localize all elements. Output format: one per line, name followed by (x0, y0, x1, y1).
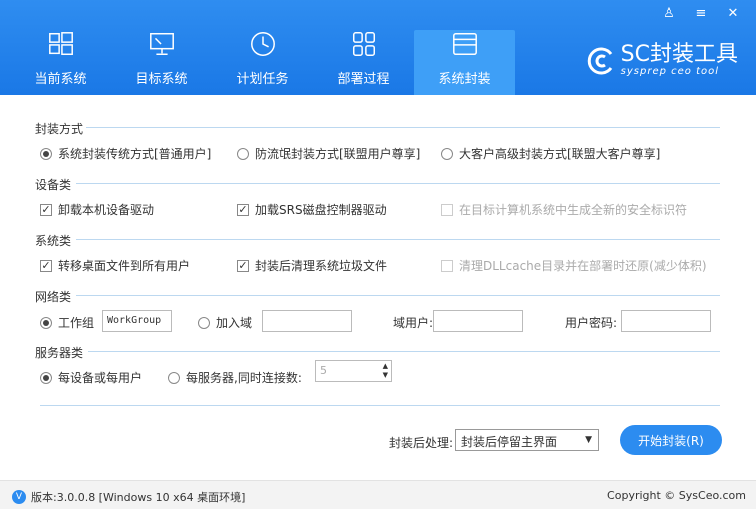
radio-icon (40, 147, 52, 160)
grid-icon (352, 32, 375, 56)
stepper-arrows-icon[interactable]: ▲ ▼ (383, 362, 388, 380)
per-device-radio[interactable]: 每设备或每用户 (40, 369, 142, 386)
logo-icon (587, 47, 612, 74)
title-bar: ♙ ≡ ✕ 当前系统 目标系统 计划任务 部署过程 系统封装 SC封装工具 sy… (0, 0, 756, 95)
main-tabs: 当前系统 目标系统 计划任务 部署过程 系统封装 (10, 30, 515, 95)
windows-icon (48, 32, 73, 56)
clean-junk-checkbox[interactable]: ✓ 封装后清理系统垃圾文件 (237, 257, 387, 274)
version-icon: V (12, 490, 26, 504)
tab-label: 系统封装 (438, 72, 491, 87)
checkmark-icon: ✓ (40, 258, 52, 272)
divider (86, 127, 720, 128)
tab-label: 计划任务 (236, 72, 289, 87)
domain-password-input[interactable] (621, 310, 711, 332)
version-info: V 版本:3.0.0.8 [Windows 10 x64 桌面环境] (12, 489, 245, 505)
chevron-down-icon: ▼ (585, 435, 592, 445)
option-label: 防流氓封装方式[联盟用户尊享] (255, 147, 421, 161)
radio-icon (40, 371, 52, 384)
option-label: 加载SRS磁盘控制器驱动 (255, 203, 387, 217)
post-process-select[interactable]: 封装后停留主界面 ▼ (455, 429, 599, 451)
method-option-enterprise[interactable]: 大客户高级封装方式[联盟大客户尊享] (441, 145, 660, 162)
option-label: 清理DLLcache目录并在部署时还原(减少体积) (459, 259, 707, 273)
divider (88, 351, 720, 352)
tab-current-system[interactable]: 当前系统 (10, 30, 111, 95)
option-label: 大客户高级封装方式[联盟大客户尊享] (459, 147, 661, 161)
checkbox-icon (441, 259, 453, 272)
start-package-button[interactable]: 开始封装(R) (620, 425, 722, 455)
copyright-text[interactable]: Copyright © SysCeo.com (607, 489, 746, 502)
checkmark-icon: ✓ (237, 202, 249, 216)
method-option-traditional[interactable]: 系统封装传统方式[普通用户] (40, 145, 211, 162)
domain-password-label: 用户密码: (565, 316, 618, 330)
connections-stepper[interactable]: 5 ▲ ▼ (315, 360, 392, 382)
option-label: 系统封装传统方式[普通用户] (58, 147, 212, 161)
section-title-server: 服务器类 (35, 346, 84, 360)
join-domain-radio[interactable]: 加入域 (198, 314, 252, 331)
clean-dllcache-checkbox[interactable]: 清理DLLcache目录并在部署时还原(减少体积) (441, 257, 707, 274)
clock-icon (250, 32, 275, 56)
option-label: 在目标计算机系统中生成全新的安全标识符 (459, 203, 688, 217)
option-label: 转移桌面文件到所有用户 (58, 259, 191, 273)
version-text: 版本:3.0.0.8 [Windows 10 x64 桌面环境] (31, 491, 246, 504)
divider (76, 183, 720, 184)
tab-label: 当前系统 (34, 72, 87, 87)
option-label: 工作组 (58, 316, 95, 330)
brand-logo: SC封装工具 sysprep ceo tool (585, 44, 738, 77)
connections-value: 5 (320, 364, 327, 377)
radio-icon (441, 147, 453, 160)
load-srs-driver-checkbox[interactable]: ✓ 加载SRS磁盘控制器驱动 (237, 201, 387, 218)
section-title-system: 系统类 (35, 234, 72, 248)
tab-schedule[interactable]: 计划任务 (212, 30, 313, 95)
status-bar: V 版本:3.0.0.8 [Windows 10 x64 桌面环境] Copyr… (0, 480, 756, 509)
menu-icon[interactable]: ≡ (688, 4, 714, 22)
package-icon (452, 32, 477, 56)
new-sid-checkbox[interactable]: 在目标计算机系统中生成全新的安全标识符 (441, 201, 687, 218)
option-label: 每设备或每用户 (58, 371, 143, 385)
domain-input[interactable] (262, 310, 352, 332)
divider (76, 239, 720, 240)
window-controls: ♙ ≡ ✕ (656, 4, 746, 22)
domain-user-input[interactable] (433, 310, 523, 332)
per-server-radio[interactable]: 每服务器,同时连接数: (168, 369, 302, 386)
tab-label: 部署过程 (337, 72, 390, 87)
section-title-network: 网络类 (35, 290, 72, 304)
option-label: 卸载本机设备驱动 (58, 203, 155, 217)
option-label: 每服务器,同时连接数: (186, 371, 302, 385)
tab-target-system[interactable]: 目标系统 (111, 30, 212, 95)
section-title-device: 设备类 (35, 178, 72, 192)
move-desktop-files-checkbox[interactable]: ✓ 转移桌面文件到所有用户 (40, 257, 190, 274)
checkbox-icon (441, 203, 453, 216)
tab-deploy[interactable]: 部署过程 (313, 30, 414, 95)
domain-user-label: 域用户: (393, 316, 434, 330)
brand-subtitle: sysprep ceo tool (620, 66, 720, 77)
user-icon[interactable]: ♙ (656, 4, 682, 22)
brand-title: SC封装工具 (620, 42, 738, 67)
select-value: 封装后停留主界面 (461, 435, 558, 449)
radio-icon (40, 316, 52, 329)
monitor-icon (149, 32, 174, 56)
radio-icon (168, 371, 180, 384)
divider (40, 405, 720, 406)
post-process-label: 封装后处理: (389, 436, 454, 450)
close-icon[interactable]: ✕ (720, 4, 746, 22)
radio-icon (237, 147, 249, 160)
radio-icon (198, 316, 210, 329)
uninstall-driver-checkbox[interactable]: ✓ 卸载本机设备驱动 (40, 201, 154, 218)
tab-system-package[interactable]: 系统封装 (414, 30, 515, 95)
method-option-anti-rogue[interactable]: 防流氓封装方式[联盟用户尊享] (237, 145, 420, 162)
section-title-method: 封装方式 (35, 122, 84, 136)
option-label: 封装后清理系统垃圾文件 (255, 259, 388, 273)
workgroup-input[interactable]: WorkGroup (102, 310, 172, 332)
option-label: 加入域 (216, 316, 253, 330)
divider (76, 295, 720, 296)
workgroup-radio[interactable]: 工作组 (40, 314, 94, 331)
tab-label: 目标系统 (135, 72, 188, 87)
checkmark-icon: ✓ (237, 258, 249, 272)
checkmark-icon: ✓ (40, 202, 52, 216)
